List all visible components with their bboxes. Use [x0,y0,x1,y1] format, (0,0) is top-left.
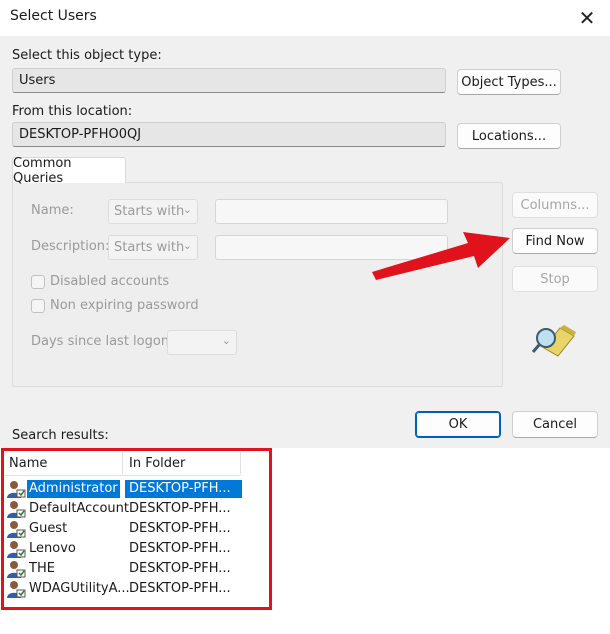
table-row[interactable]: Guest DESKTOP-PFH... [4,519,242,539]
user-icon [6,480,26,498]
table-row[interactable]: THE DESKTOP-PFH... [4,559,242,579]
name-query-label: Name: [31,203,74,218]
column-header-in-folder[interactable]: In Folder [129,456,185,471]
row-name: Administrator [27,480,120,498]
results-header: Name In Folder [4,450,242,476]
description-query-label: Description: [31,239,110,254]
description-mode-value: Starts with [114,240,185,255]
chevron-down-icon: ⌄ [182,203,192,216]
window-title: Select Users [10,8,97,24]
red-arrow-icon [372,232,510,280]
table-row[interactable]: WDAGUtilityA... DESKTOP-PFH... [4,579,242,599]
flashlight-search-icon [531,325,576,357]
days-since-logon-select[interactable]: ⌄ [167,330,237,355]
close-button[interactable]: ✕ [564,0,610,36]
row-name: Lenovo [29,541,76,556]
name-mode-select[interactable]: Starts with ⌄ [108,199,198,224]
search-results-label: Search results: [12,428,109,443]
column-divider[interactable] [122,452,123,474]
user-icon [6,580,26,598]
chevron-down-icon: ⌄ [182,239,192,252]
user-icon [6,500,26,518]
name-mode-value: Starts with [114,204,185,219]
location-field: DESKTOP-PFHO0QJ [12,122,446,147]
columns-button[interactable]: Columns... [512,192,598,218]
object-type-label: Select this object type: [12,48,162,63]
column-header-name[interactable]: Name [9,456,47,471]
description-mode-select[interactable]: Starts with ⌄ [108,235,198,260]
row-folder: DESKTOP-PFH... [129,501,231,516]
disabled-accounts-checkbox[interactable] [31,275,45,289]
non-expiring-password-checkbox[interactable] [31,299,45,313]
row-name: WDAGUtilityA... [29,581,130,596]
row-folder: DESKTOP-PFH... [125,480,242,498]
column-divider[interactable] [240,452,241,474]
find-now-button[interactable]: Find Now [512,228,598,254]
stop-button[interactable]: Stop [512,266,598,292]
table-row[interactable]: DefaultAccount DESKTOP-PFH... [4,499,242,519]
row-name: Guest [29,521,68,536]
title-bar: Select Users ✕ [0,0,610,36]
chevron-down-icon: ⌄ [221,334,231,347]
row-name: DefaultAccount [29,501,129,516]
user-icon [6,560,26,578]
location-label: From this location: [12,104,133,119]
non-expiring-password-label: Non expiring password [50,298,199,313]
user-icon [6,520,26,538]
close-icon: ✕ [578,6,596,30]
row-folder: DESKTOP-PFH... [129,561,231,576]
row-name: THE [29,561,55,576]
disabled-accounts-label: Disabled accounts [50,274,170,289]
object-type-field: Users [12,68,446,93]
locations-button[interactable]: Locations... [457,123,561,149]
table-row[interactable]: Lenovo DESKTOP-PFH... [4,539,242,559]
table-row[interactable]: Administrator DESKTOP-PFH... [4,479,242,499]
tab-common-queries[interactable]: Common Queries [12,156,126,186]
cancel-button[interactable]: Cancel [512,411,598,438]
object-types-button[interactable]: Object Types... [457,69,561,95]
row-folder: DESKTOP-PFH... [129,521,231,536]
row-folder: DESKTOP-PFH... [129,541,231,556]
days-since-logon-label: Days since last logon: [31,334,174,349]
user-icon [6,540,26,558]
row-folder: DESKTOP-PFH... [129,581,231,596]
ok-button[interactable]: OK [415,411,501,438]
